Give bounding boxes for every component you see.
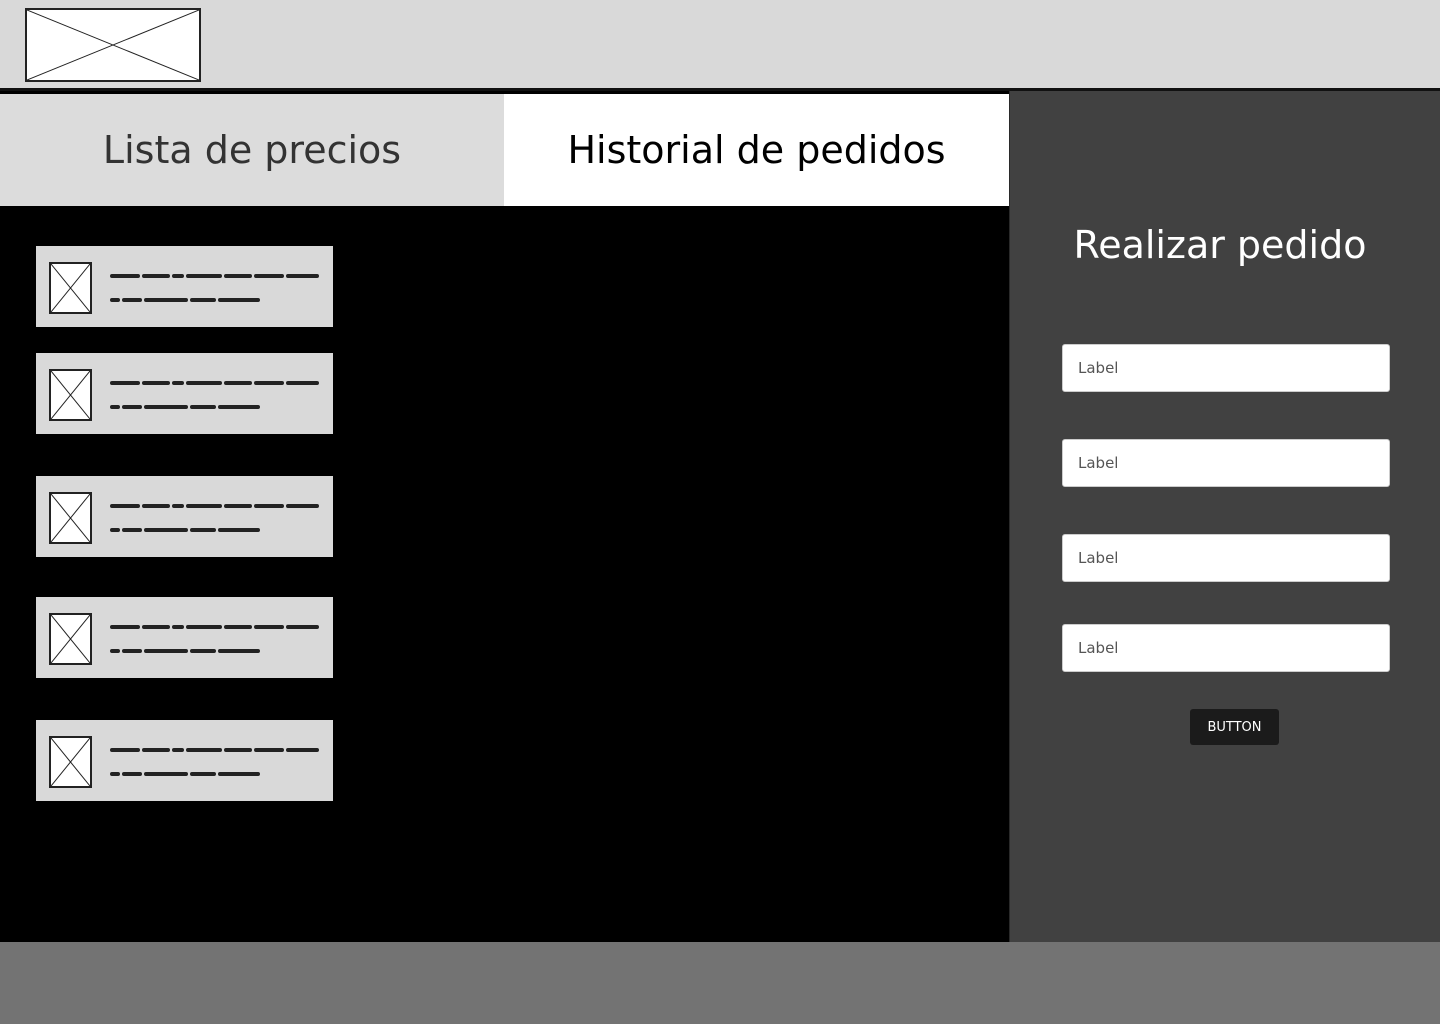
logo-placeholder-icon [25, 8, 201, 82]
product-list-area [0, 206, 1009, 942]
order-field-1[interactable] [1062, 344, 1390, 392]
tab-lista-de-precios[interactable]: Lista de precios [0, 94, 504, 206]
order-panel: Realizar pedido BUTTON [1009, 91, 1440, 942]
top-header [0, 0, 1440, 91]
placeholder-text-scribble [110, 742, 320, 778]
placeholder-text-scribble [110, 375, 320, 411]
order-panel-title: Realizar pedido [1073, 223, 1367, 267]
list-item[interactable] [36, 720, 333, 801]
image-placeholder-icon [49, 262, 92, 314]
placeholder-text-scribble [110, 498, 320, 534]
list-item[interactable] [36, 246, 333, 327]
order-field-3[interactable] [1062, 534, 1390, 582]
image-placeholder-icon [49, 736, 92, 788]
list-item[interactable] [36, 476, 333, 557]
tab-bar: Lista de precios Historial de pedidos [0, 94, 1009, 206]
image-placeholder-icon [49, 369, 92, 421]
order-field-2[interactable] [1062, 439, 1390, 487]
image-placeholder-icon [49, 613, 92, 665]
placeholder-text-scribble [110, 619, 320, 655]
list-item[interactable] [36, 353, 333, 434]
order-field-4[interactable] [1062, 624, 1390, 672]
footer [0, 942, 1440, 1024]
list-item[interactable] [36, 597, 333, 678]
submit-order-button[interactable]: BUTTON [1190, 709, 1279, 745]
tab-historial-de-pedidos[interactable]: Historial de pedidos [504, 94, 1009, 206]
placeholder-text-scribble [110, 268, 320, 304]
image-placeholder-icon [49, 492, 92, 544]
